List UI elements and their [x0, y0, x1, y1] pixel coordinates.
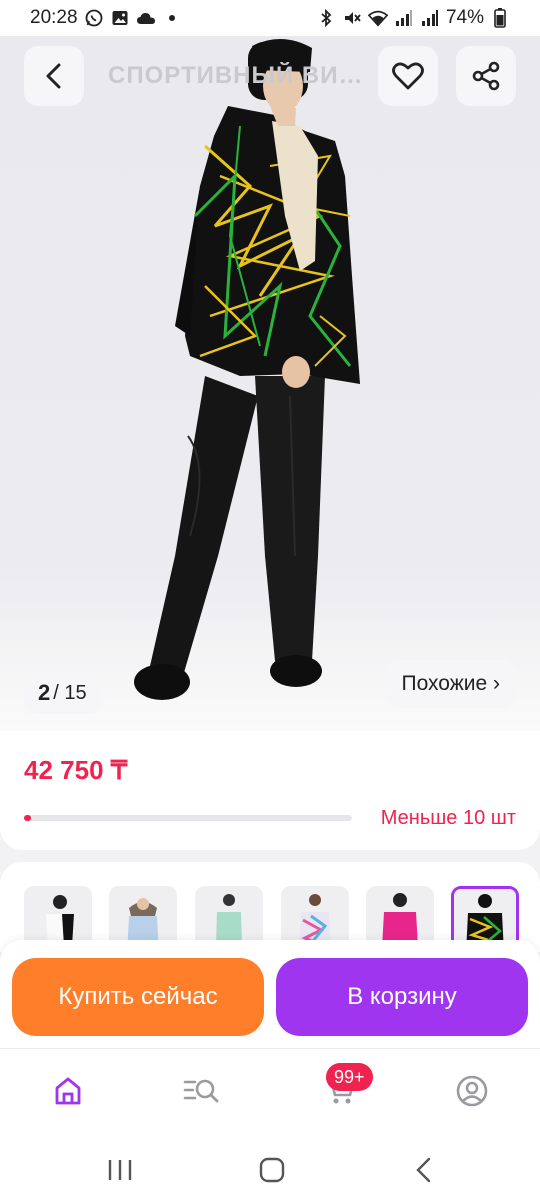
photo-current: 2: [38, 680, 51, 705]
nav-home[interactable]: [48, 1071, 88, 1111]
wifi-icon: [367, 8, 388, 28]
bluetooth-icon: [316, 8, 336, 28]
stock-bar-fill: [24, 815, 31, 821]
profile-icon: [456, 1075, 488, 1107]
back-system-button[interactable]: [404, 1152, 444, 1188]
dot-icon: [162, 8, 182, 28]
bottom-nav: 99+: [0, 1048, 540, 1133]
system-nav: [0, 1132, 540, 1204]
back-icon: [416, 1157, 431, 1183]
favorite-button[interactable]: [378, 46, 438, 106]
battery-icon: [490, 8, 510, 28]
home-system-button[interactable]: [252, 1152, 292, 1188]
stock-bar: [24, 815, 352, 821]
nav-profile[interactable]: [452, 1071, 492, 1111]
home-icon: [55, 1077, 81, 1105]
cart-badge: 99+: [326, 1063, 373, 1091]
cloud-icon: [136, 8, 156, 28]
catalog-search-icon: [183, 1079, 219, 1103]
nav-catalog[interactable]: [182, 1071, 222, 1111]
color-variants: [0, 862, 540, 952]
similar-button[interactable]: Похожие ›: [385, 660, 516, 708]
whatsapp-icon: [84, 8, 104, 28]
battery-percent: 74%: [445, 7, 484, 28]
buy-now-button[interactable]: Купить сейчас: [12, 958, 264, 1036]
price-card: 42 750 ₸ Меньше 10 шт: [0, 731, 540, 850]
share-button[interactable]: [456, 46, 516, 106]
signal-icon: [420, 8, 440, 28]
status-right: 74%: [316, 7, 510, 29]
chevron-left-icon: [46, 63, 61, 89]
product-photo[interactable]: СПОРТИВНЫЙ ВИД... 2 / 15 Похожие ›: [0, 36, 540, 731]
status-left: 20:28: [30, 7, 182, 29]
photo-counter: 2 / 15: [24, 672, 101, 714]
page-title: СПОРТИВНЫЙ ВИД...: [108, 62, 378, 89]
recent-apps-button[interactable]: [100, 1152, 140, 1188]
signal-icon: [394, 8, 414, 28]
gallery-icon: [110, 8, 130, 28]
stock-label: Меньше 10 шт: [380, 807, 516, 829]
photo-total: / 15: [53, 681, 87, 704]
home-button-icon: [259, 1157, 285, 1183]
back-button[interactable]: [24, 46, 84, 106]
add-to-cart-button[interactable]: В корзину: [276, 958, 528, 1036]
status-time: 20:28: [30, 7, 78, 28]
product-price: 42 750 ₸: [24, 755, 128, 785]
action-panel: Купить сейчас В корзину: [0, 940, 540, 1048]
status-bar: 20:28 74%: [0, 0, 540, 36]
product-image: [134, 38, 360, 700]
share-icon: [472, 61, 500, 91]
recent-apps-icon: [108, 1160, 132, 1180]
heart-icon: [392, 62, 424, 90]
mute-icon: [342, 8, 362, 28]
